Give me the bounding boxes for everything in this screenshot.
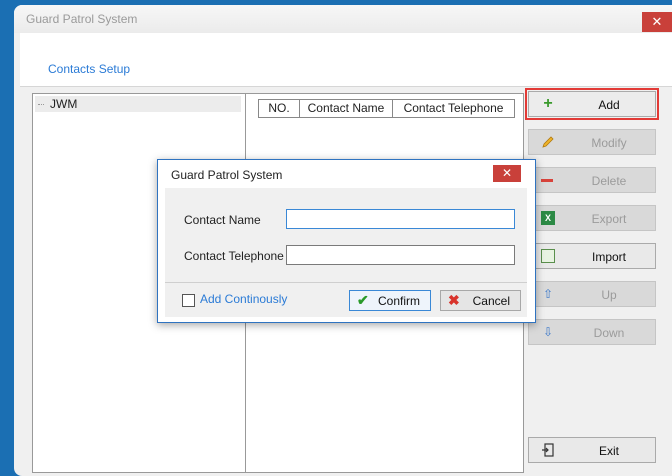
- checkmark-icon: ✔: [357, 292, 369, 308]
- confirm-button[interactable]: ✔ Confirm: [349, 290, 431, 311]
- contact-telephone-label: Contact Telephone: [184, 249, 284, 263]
- contact-telephone-input[interactable]: [286, 245, 515, 265]
- arrow-down-icon: ⇩: [542, 325, 554, 339]
- pencil-icon: [541, 135, 555, 149]
- exit-button[interactable]: Exit: [528, 437, 656, 463]
- panel-header: Contacts Setup: [20, 33, 672, 87]
- down-button-label: Down: [593, 326, 625, 340]
- add-button[interactable]: + Add: [525, 88, 659, 120]
- add-contact-dialog: Guard Patrol System Contact Name Contact…: [157, 159, 536, 323]
- window-close-button[interactable]: [642, 12, 672, 32]
- import-button[interactable]: Import: [528, 243, 656, 269]
- x-icon: ✖: [448, 292, 460, 308]
- modify-button[interactable]: Modify: [528, 129, 656, 155]
- plus-icon: +: [543, 95, 553, 112]
- down-button[interactable]: ⇩ Down: [528, 319, 656, 345]
- column-header-contact-name[interactable]: Contact Name: [300, 100, 393, 117]
- dialog-title: Guard Patrol System: [171, 168, 283, 182]
- dialog-titlebar[interactable]: Guard Patrol System: [158, 160, 535, 188]
- column-header-no[interactable]: NO.: [259, 100, 300, 117]
- arrow-up-icon: ⇧: [542, 287, 554, 301]
- import-icon: [541, 249, 555, 263]
- up-button-label: Up: [601, 288, 617, 302]
- table-header: NO. Contact Name Contact Telephone: [258, 99, 515, 118]
- add-continuously-checkbox[interactable]: [182, 294, 195, 307]
- exit-button-label: Exit: [598, 444, 619, 458]
- dialog-body: Contact Name Contact Telephone: [165, 188, 527, 282]
- dialog-close-button[interactable]: [493, 165, 521, 182]
- modify-button-label: Modify: [591, 136, 627, 150]
- exit-door-icon: [541, 443, 555, 457]
- add-button-label: Add: [598, 98, 620, 112]
- import-button-label: Import: [591, 250, 626, 264]
- delete-button[interactable]: Delete: [528, 167, 656, 193]
- window-titlebar[interactable]: Guard Patrol System: [14, 5, 672, 33]
- delete-button-label: Delete: [591, 174, 627, 188]
- column-header-contact-telephone[interactable]: Contact Telephone: [393, 100, 514, 117]
- contact-name-input[interactable]: [286, 209, 515, 229]
- export-button-label: Export: [591, 212, 627, 226]
- dialog-footer: Add Continously ✔ Confirm ✖ Cancel: [165, 282, 527, 317]
- tree-node-label: JWM: [50, 97, 78, 111]
- panel-header-label: Contacts Setup: [48, 62, 131, 76]
- add-continuously-label[interactable]: Add Continously: [200, 292, 287, 306]
- export-button[interactable]: X Export: [528, 205, 656, 231]
- cancel-button-label: Cancel: [472, 294, 510, 308]
- excel-icon: X: [541, 211, 555, 225]
- up-button[interactable]: ⇧ Up: [528, 281, 656, 307]
- confirm-button-label: Confirm: [377, 294, 420, 308]
- window-title: Guard Patrol System: [26, 12, 138, 26]
- tree-node-root[interactable]: JWM: [35, 96, 241, 112]
- cancel-button[interactable]: ✖ Cancel: [440, 290, 521, 311]
- contact-name-label: Contact Name: [184, 213, 261, 227]
- minus-icon: [541, 179, 553, 182]
